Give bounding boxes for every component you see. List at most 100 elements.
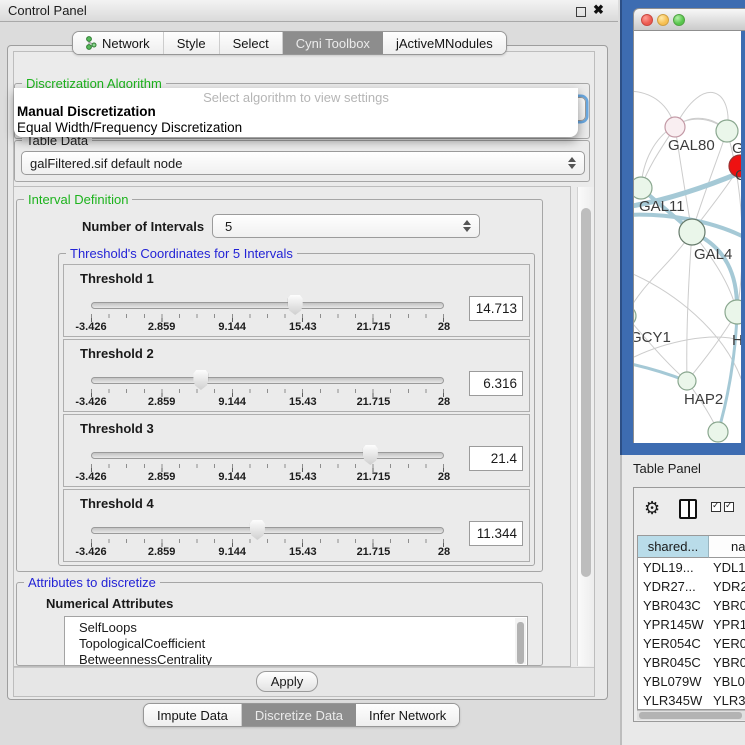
list-scrollbar[interactable] (515, 618, 526, 664)
tab-select-label: Select (233, 36, 269, 51)
network-canvas[interactable]: GAL80GACGAL11GAL4GCY1HHAP2 (633, 31, 741, 443)
network-node[interactable] (679, 219, 705, 245)
cell-name[interactable]: YBR0 (713, 596, 745, 615)
threshold-value-field[interactable]: 21.4 (469, 446, 523, 471)
tab-network[interactable]: Network (73, 32, 164, 54)
tab-jactivemnodules[interactable]: jActiveMNodules (383, 32, 506, 54)
settings-scrollbar[interactable] (577, 187, 594, 666)
network-edge[interactable] (687, 232, 692, 381)
minimize-traffic-light[interactable] (657, 14, 669, 26)
tab-cyni-toolbox-label: Cyni Toolbox (296, 36, 370, 51)
network-node[interactable] (708, 422, 728, 442)
network-window-titlebar[interactable] (633, 8, 745, 31)
cell-shared-name[interactable]: YBR043C (643, 596, 701, 615)
tab-impute-data-label: Impute Data (157, 708, 228, 723)
tab-infer-network[interactable]: Infer Network (356, 704, 459, 726)
threshold-value-field[interactable]: 14.713 (469, 296, 523, 321)
tab-impute-data[interactable]: Impute Data (144, 704, 242, 726)
cell-name[interactable]: YPR1 (713, 615, 745, 634)
table-hscrollbar[interactable] (637, 710, 745, 720)
numerical-attributes-list[interactable]: SelfLoopsTopologicalCoefficientBetweenne… (64, 616, 528, 666)
threshold-slider[interactable]: -3.4262.8599.14415.4321.71528 (91, 519, 444, 559)
network-node[interactable] (634, 177, 652, 199)
slider-handle[interactable] (288, 295, 303, 315)
table-row[interactable]: YDL19... YDL1 (638, 558, 745, 577)
list-scrollbar-thumb[interactable] (517, 622, 524, 664)
cell-shared-name[interactable]: YDR27... (643, 577, 696, 596)
gear-icon[interactable]: ⚙ (644, 498, 660, 519)
slider-handle[interactable] (250, 520, 265, 540)
network-edge-thick[interactable] (718, 312, 737, 432)
tab-style[interactable]: Style (164, 32, 220, 54)
network-node[interactable] (665, 117, 685, 137)
column-header-name[interactable]: na (709, 536, 745, 558)
slider-handle[interactable] (193, 370, 208, 390)
slider-track[interactable] (91, 302, 444, 309)
threshold-slider[interactable]: -3.4262.8599.14415.4321.71528 (91, 444, 444, 484)
table-hscrollbar-thumb[interactable] (639, 712, 742, 719)
network-node[interactable] (634, 306, 636, 326)
cell-shared-name[interactable]: YDL19... (643, 558, 694, 577)
cell-shared-name[interactable]: YPR145W (643, 615, 704, 634)
attribute-list-item[interactable]: BetweennessCentrality (65, 652, 527, 666)
apply-button[interactable]: Apply (256, 671, 318, 692)
attribute-list-item[interactable]: TopologicalCoefficient (65, 636, 527, 652)
table-row[interactable]: YBR043C YBR0 (638, 596, 745, 615)
network-edge[interactable] (687, 312, 737, 381)
checkbox-icon[interactable] (724, 502, 734, 512)
slider-handle[interactable] (363, 445, 378, 465)
cell-name[interactable]: YBR0 (713, 653, 745, 672)
checkbox-icon[interactable] (711, 502, 721, 512)
thresholds-group-title: Threshold's Coordinates for 5 Intervals (66, 246, 297, 261)
attribute-list-item[interactable]: SelfLoops (65, 620, 527, 636)
cell-name[interactable]: YDR2 (713, 577, 745, 596)
axis-tick-label: 15.43 (289, 396, 317, 408)
close-icon[interactable]: ✖ (593, 2, 604, 18)
network-view: GAL80GACGAL11GAL4GCY1HHAP2 (634, 31, 741, 443)
slider-track[interactable] (91, 377, 444, 384)
popup-item-manual[interactable]: Manual Discretization (14, 104, 578, 120)
table-data-combobox[interactable]: galFiltered.sif default node (21, 151, 585, 175)
cell-shared-name[interactable]: YLR345W (643, 691, 702, 710)
close-traffic-light[interactable] (641, 14, 653, 26)
zoom-traffic-light[interactable] (673, 14, 685, 26)
network-edge[interactable] (634, 232, 692, 316)
split-column-icon[interactable] (679, 499, 697, 519)
slider-track[interactable] (91, 452, 444, 459)
threshold-slider[interactable]: -3.4262.8599.14415.4321.71528 (91, 294, 444, 334)
cell-name[interactable]: YDL1 (713, 558, 745, 577)
cell-name[interactable]: YBL0 (713, 672, 745, 691)
node-label: GAL4 (694, 246, 732, 263)
column-header-shared-name[interactable]: shared... (638, 536, 709, 558)
float-window-icon[interactable] (576, 7, 586, 17)
table-row[interactable]: YER054C YER0 (638, 634, 745, 653)
num-intervals-combobox[interactable]: 5 (212, 214, 480, 238)
cell-shared-name[interactable]: YER054C (643, 634, 701, 653)
popup-item-equal-width[interactable]: Equal Width/Frequency Discretization (14, 120, 578, 136)
table-row[interactable]: YDR27... YDR2 (638, 577, 745, 596)
tab-cyni-toolbox[interactable]: Cyni Toolbox (283, 32, 383, 54)
network-edge-thick[interactable] (692, 232, 737, 312)
tab-jactivemnodules-label: jActiveMNodules (396, 36, 493, 51)
cell-shared-name[interactable]: YBR045C (643, 653, 701, 672)
axis-tick-label: 15.43 (289, 471, 317, 483)
scrollbar-thumb[interactable] (581, 208, 591, 577)
tab-discretize-data[interactable]: Discretize Data (242, 704, 356, 726)
axis-tick-label: 2.859 (148, 546, 176, 558)
threshold-value-field[interactable]: 6.316 (469, 371, 523, 396)
cell-name[interactable]: YLR3 (713, 691, 745, 710)
cell-name[interactable]: YER0 (713, 634, 745, 653)
split-column-divider (688, 501, 690, 517)
network-node[interactable] (678, 372, 696, 390)
tab-select[interactable]: Select (220, 32, 283, 54)
cell-shared-name[interactable]: YBL079W (643, 672, 702, 691)
table-row[interactable]: YPR145W YPR1 (638, 615, 745, 634)
table-row[interactable]: YLR345W YLR3 (638, 691, 745, 710)
network-node[interactable] (725, 300, 741, 324)
threshold-slider[interactable]: -3.4262.8599.14415.4321.71528 (91, 369, 444, 409)
threshold-value-field[interactable]: 11.344 (469, 521, 523, 546)
table-row[interactable]: YBR045C YBR0 (638, 653, 745, 672)
slider-track[interactable] (91, 527, 444, 534)
table-row[interactable]: YBL079W YBL0 (638, 672, 745, 691)
network-node[interactable] (716, 120, 738, 142)
